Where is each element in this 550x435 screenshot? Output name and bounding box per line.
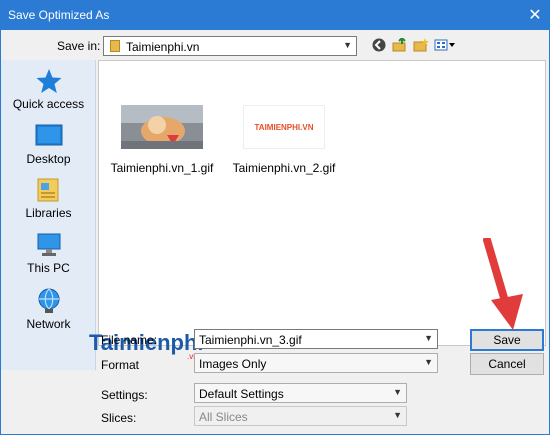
back-icon[interactable] — [371, 37, 387, 53]
place-label: Libraries — [25, 206, 72, 220]
window-title: Save Optimized As — [8, 8, 110, 22]
slices-value: All Slices — [199, 410, 248, 424]
chevron-down-icon: ▼ — [424, 333, 433, 343]
places-bar: Quick access Desktop Libraries This PC N… — [1, 60, 96, 370]
title-bar: Save Optimized As ✕ — [0, 0, 550, 30]
file-thumbnail: TAIMIENPHI.VN — [243, 105, 325, 149]
place-quick-access[interactable]: Quick access — [1, 68, 96, 111]
place-network[interactable]: Network — [1, 288, 96, 331]
file-name: Taimienphi.vn_2.gif — [232, 161, 336, 175]
up-folder-icon[interactable] — [392, 37, 408, 53]
dialog-body: Save in: Taimienphi.vn ▼ Quick access De… — [0, 30, 550, 435]
format-select[interactable]: Images Only ▼ — [194, 353, 438, 373]
save-in-label: Save in: — [57, 39, 101, 53]
red-arrow-annotation — [483, 238, 523, 330]
file-item[interactable]: Taimienphi.vn_1.gif — [107, 105, 217, 175]
format-value: Images Only — [199, 357, 267, 371]
file-item[interactable]: TAIMIENPHI.VN Taimienphi.vn_2.gif — [229, 105, 339, 175]
computer-icon — [35, 232, 63, 258]
chevron-down-icon: ▼ — [393, 410, 402, 420]
slices-label: Slices: — [101, 411, 137, 425]
folder-icon — [110, 40, 120, 52]
thumbnail-text: TAIMIENPHI.VN — [254, 122, 314, 132]
star-icon — [35, 68, 63, 94]
chevron-down-icon: ▼ — [393, 387, 402, 397]
network-icon — [35, 288, 63, 314]
settings-value: Default Settings — [199, 387, 284, 401]
settings-label: Settings: — [101, 388, 148, 402]
place-label: This PC — [27, 261, 70, 275]
view-menu-icon[interactable] — [434, 37, 456, 53]
chevron-down-icon: ▼ — [424, 357, 433, 367]
toolbar — [371, 37, 456, 53]
file-thumbnail — [121, 105, 203, 149]
place-label: Quick access — [12, 97, 85, 111]
desktop-icon — [35, 123, 63, 149]
settings-select[interactable]: Default Settings ▼ — [194, 383, 407, 403]
place-label: Desktop — [26, 152, 71, 166]
close-icon[interactable]: ✕ — [520, 0, 550, 30]
place-this-pc[interactable]: This PC — [1, 232, 96, 275]
filename-label: File name: — [101, 333, 158, 347]
save-in-dropdown[interactable]: Taimienphi.vn ▼ — [103, 36, 357, 56]
format-label: Format — [101, 358, 140, 372]
new-folder-icon[interactable] — [413, 37, 429, 53]
place-libraries[interactable]: Libraries — [1, 177, 96, 220]
place-desktop[interactable]: Desktop — [1, 123, 96, 166]
filename-input[interactable]: Taimienphi.vn_3.gif ▼ — [194, 329, 438, 349]
place-label: Network — [26, 317, 71, 331]
chevron-down-icon: ▼ — [343, 40, 352, 50]
save-in-value: Taimienphi.vn — [126, 40, 200, 54]
cancel-button[interactable]: Cancel — [470, 353, 544, 375]
slices-select: All Slices ▼ — [194, 406, 407, 426]
filename-value: Taimienphi.vn_3.gif — [199, 333, 302, 347]
libraries-icon — [35, 177, 63, 203]
file-name: Taimienphi.vn_1.gif — [110, 161, 214, 175]
